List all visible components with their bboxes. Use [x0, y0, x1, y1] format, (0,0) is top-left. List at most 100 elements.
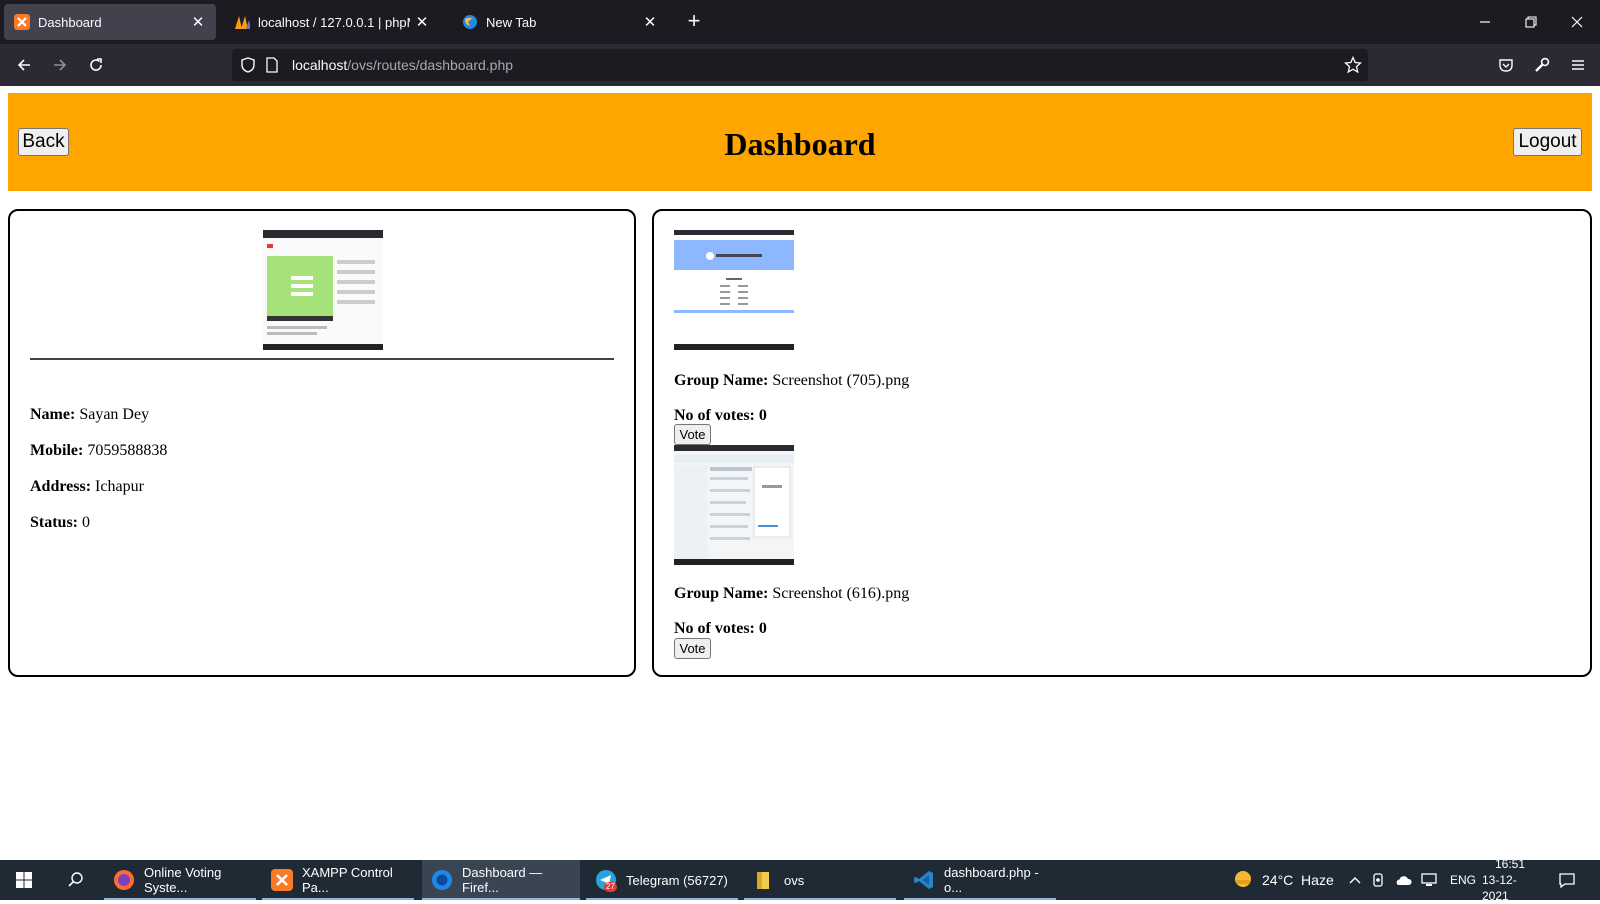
- profile-photo: [263, 230, 383, 350]
- group-image: [674, 230, 794, 350]
- mobile-label: Mobile:: [30, 442, 84, 459]
- group-votes-row: No of votes: 0: [674, 620, 767, 638]
- taskbar-item-label: dashboard.php - o...: [944, 865, 1039, 895]
- page-icon[interactable]: [265, 57, 279, 78]
- tab-title: New Tab: [486, 14, 537, 30]
- vote-button[interactable]: Vote: [674, 638, 711, 659]
- url-bar[interactable]: localhost/ovs/routes/dashboard.php: [232, 49, 1368, 81]
- reload-icon[interactable]: [82, 51, 110, 79]
- group-name-value: Screenshot (705).png: [772, 372, 910, 389]
- notification-badge: 27: [604, 882, 617, 892]
- minimize-icon[interactable]: [1462, 0, 1508, 44]
- taskbar-item-label: ovs: [784, 872, 805, 888]
- start-button[interactable]: [4, 860, 44, 900]
- tab-close-icon[interactable]: ✕: [186, 10, 210, 34]
- taskbar-item-label: XAMPP Control Pa...: [302, 865, 393, 895]
- status-value: 0: [82, 514, 91, 531]
- group-votes-row: No of votes: 0: [674, 407, 767, 425]
- status-label: Status:: [30, 514, 79, 531]
- group-name-value: Screenshot (616).png: [772, 585, 910, 602]
- group-name-row: Group Name: Screenshot (616).png: [674, 585, 909, 603]
- taskbar-telegram[interactable]: 27 Telegram (56727): [586, 860, 738, 900]
- profile-name-row: Name: Sayan Dey: [30, 406, 149, 424]
- tab-title: Dashboard: [38, 14, 102, 30]
- groups-card: Group Name: Screenshot (705).png No of v…: [652, 209, 1592, 677]
- logout-button[interactable]: Logout: [1513, 128, 1582, 156]
- search-button[interactable]: [56, 860, 96, 900]
- language-indicator[interactable]: ENG: [1450, 860, 1476, 900]
- profile-status-row: Status: 0: [30, 514, 90, 532]
- pocket-icon[interactable]: [1492, 51, 1520, 79]
- tab-title: localhost / 127.0.0.1 | phpMyAdmin: [258, 14, 410, 30]
- group-image: [674, 445, 794, 565]
- back-arrow-icon[interactable]: [10, 51, 38, 79]
- network-icon[interactable]: [1420, 860, 1438, 900]
- folder-icon: [752, 868, 776, 892]
- profile-mobile-row: Mobile: 7059588838: [30, 442, 167, 460]
- address-value: Ichapur: [95, 478, 144, 495]
- url-path: /ovs/routes/dashboard.php: [347, 57, 514, 73]
- vote-button[interactable]: Vote: [674, 424, 711, 445]
- weather-text: 24°C Haze: [1262, 872, 1334, 888]
- onedrive-cloud-icon[interactable]: [1394, 860, 1412, 900]
- address-label: Address:: [30, 478, 92, 495]
- shield-icon[interactable]: [240, 57, 256, 78]
- firefox-dev-icon: [430, 868, 454, 892]
- phpmyadmin-favicon-icon: [234, 14, 250, 30]
- group-name-label: Group Name:: [674, 372, 769, 389]
- tab-dashboard[interactable]: Dashboard ✕: [4, 4, 216, 40]
- tray-chevron-up-icon[interactable]: [1348, 860, 1362, 900]
- group-name-label: Group Name:: [674, 585, 769, 602]
- url-text[interactable]: localhost/ovs/routes/dashboard.php: [292, 57, 513, 73]
- votes-value: 0: [758, 407, 767, 424]
- weather-sun-icon: [1232, 868, 1254, 893]
- restore-icon[interactable]: [1508, 0, 1554, 44]
- taskbar-explorer-ovs[interactable]: ovs: [744, 860, 896, 900]
- xampp-favicon-icon: [14, 14, 30, 30]
- language-text: ENG: [1450, 873, 1477, 887]
- weather-widget[interactable]: 24°C Haze: [1232, 860, 1334, 900]
- telegram-icon: 27: [594, 868, 618, 892]
- name-label: Name:: [30, 406, 76, 423]
- taskbar-firefox-voting[interactable]: Online Voting Syste...: [104, 860, 256, 900]
- page-title: Dashboard: [724, 126, 876, 162]
- url-host: localhost: [292, 57, 348, 73]
- close-window-icon[interactable]: [1554, 0, 1600, 44]
- tab-close-icon[interactable]: ✕: [410, 10, 434, 34]
- profile-address-row: Address: Ichapur: [30, 478, 144, 496]
- clock[interactable]: 16:51 13-12-2021: [1482, 857, 1538, 903]
- meet-now-icon[interactable]: [1372, 860, 1386, 900]
- new-tab-plus-icon[interactable]: +: [682, 10, 706, 34]
- wrench-icon[interactable]: [1528, 51, 1556, 79]
- mobile-value: 7059588838: [87, 442, 168, 459]
- votes-label: No of votes:: [674, 407, 755, 424]
- taskbar-xampp[interactable]: XAMPP Control Pa...: [262, 860, 414, 900]
- page-header: Back Dashboard Logout: [8, 93, 1592, 191]
- firefox-icon: [112, 868, 136, 892]
- xampp-icon: [270, 868, 294, 892]
- forward-arrow-icon[interactable]: [46, 51, 74, 79]
- taskbar-item-label: Dashboard — Firef...: [462, 865, 543, 895]
- tab-phpmyadmin[interactable]: localhost / 127.0.0.1 | phpMyAdmin ✕: [224, 4, 440, 40]
- taskbar-firefox-dashboard[interactable]: Dashboard — Firef...: [422, 860, 580, 900]
- votes-value: 0: [758, 620, 767, 637]
- taskbar-item-label: Telegram (56727): [626, 872, 728, 888]
- divider: [30, 358, 614, 360]
- taskbar-vscode[interactable]: dashboard.php - o...: [904, 860, 1056, 900]
- notification-center-icon[interactable]: [1558, 860, 1576, 900]
- tab-new-tab[interactable]: New Tab ✕: [452, 4, 668, 40]
- tab-close-icon[interactable]: ✕: [638, 10, 662, 34]
- page-content: Back Dashboard Logout Name: Sayan Dey Mo…: [0, 86, 1600, 860]
- windows-taskbar: Online Voting Syste... XAMPP Control Pa.…: [0, 857, 1600, 903]
- windows-logo-icon: [12, 868, 36, 892]
- firefox-favicon-icon: [462, 14, 478, 30]
- menu-icon[interactable]: [1564, 51, 1592, 79]
- votes-label: No of votes:: [674, 620, 755, 637]
- bookmark-star-icon[interactable]: [1343, 55, 1363, 79]
- taskbar-item-label: Online Voting Syste...: [144, 865, 222, 895]
- clock-date: 13-12-2021: [1482, 873, 1517, 903]
- clock-time: 16:51: [1494, 857, 1526, 871]
- browser-tabstrip: Dashboard ✕ localhost / 127.0.0.1 | phpM…: [0, 0, 1600, 44]
- profile-card: Name: Sayan Dey Mobile: 7059588838 Addre…: [8, 209, 636, 677]
- name-value: Sayan Dey: [79, 406, 150, 423]
